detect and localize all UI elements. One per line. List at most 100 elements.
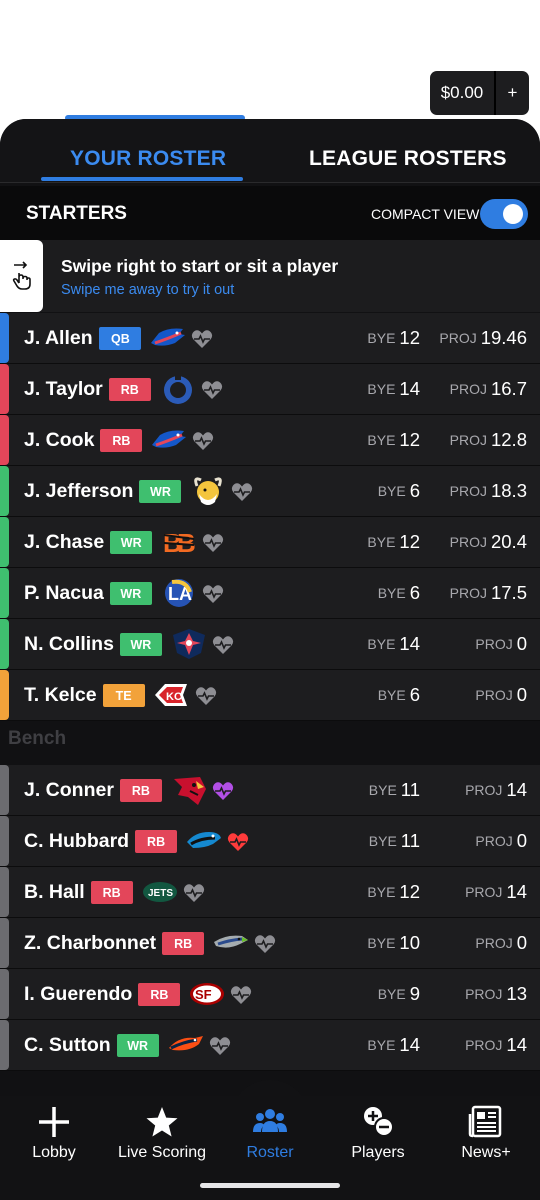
star-icon xyxy=(108,1104,216,1140)
proj-label: PROJ xyxy=(449,483,487,499)
health-heart-icon[interactable] xyxy=(209,1036,231,1056)
nav-label: News+ xyxy=(461,1144,511,1161)
position-badge: TE xyxy=(102,684,145,707)
health-heart-icon[interactable] xyxy=(231,482,253,502)
health-heart-icon[interactable] xyxy=(195,686,217,706)
position-badge: WR xyxy=(139,480,182,503)
tab-league-rosters[interactable]: LEAGUE ROSTERS xyxy=(309,147,507,171)
player-name[interactable]: I. Guerendo xyxy=(24,983,132,1006)
player-name[interactable]: J. Conner xyxy=(24,779,114,802)
bye-value: 12 xyxy=(399,429,420,450)
player-row[interactable]: P. Nacua WR LA 17.5 PROJ 6 BYE xyxy=(0,568,540,619)
player-row[interactable]: J. Conner RB 14 PROJ 11 BYE xyxy=(0,765,540,816)
player-name[interactable]: J. Taylor xyxy=(24,378,103,401)
position-badge: RB xyxy=(108,378,151,401)
proj-label: PROJ xyxy=(439,330,477,346)
vikings-logo xyxy=(189,474,227,508)
nav-live-scoring[interactable]: Live Scoring xyxy=(108,1104,216,1162)
health-heart-icon[interactable] xyxy=(183,883,205,903)
player-row[interactable]: J. Jefferson WR 18.3 PROJ 6 BYE xyxy=(0,466,540,517)
nav-lobby[interactable]: Lobby xyxy=(0,1104,108,1162)
proj-value: 20.4 xyxy=(490,531,527,552)
health-heart-icon[interactable] xyxy=(192,431,214,451)
position-color-bar xyxy=(0,765,9,815)
health-heart-icon[interactable] xyxy=(191,329,213,349)
player-name[interactable]: J. Allen xyxy=(24,327,93,350)
player-row[interactable]: N. Collins WR 0 PROJ 14 BYE xyxy=(0,619,540,670)
proj-value: 18.3 xyxy=(490,480,527,501)
home-indicator[interactable] xyxy=(200,1183,340,1188)
player-row[interactable]: Z. Charbonnet RB 0 PROJ 10 BYE xyxy=(0,918,540,969)
player-name[interactable]: C. Sutton xyxy=(24,1034,111,1057)
bye-label: BYE xyxy=(377,986,406,1002)
position-color-bar xyxy=(0,364,9,414)
player-name[interactable]: T. Kelce xyxy=(24,684,97,707)
player-name[interactable]: N. Collins xyxy=(24,633,114,656)
chiefs-logo: KC xyxy=(153,678,191,712)
player-row[interactable]: J. Allen QB 19.46 PROJ 12 BYE xyxy=(0,313,540,364)
plus-minus-icon xyxy=(324,1104,432,1140)
health-heart-icon[interactable] xyxy=(202,584,224,604)
nav-roster[interactable]: Roster xyxy=(216,1104,324,1162)
seahawks-logo xyxy=(212,926,250,960)
proj-value: 19.46 xyxy=(480,327,527,348)
player-name[interactable]: J. Cook xyxy=(24,429,94,452)
player-name[interactable]: P. Nacua xyxy=(24,582,104,605)
proj-value: 13 xyxy=(506,983,527,1004)
bye-label: BYE xyxy=(377,483,406,499)
proj-label: PROJ xyxy=(465,986,503,1002)
health-heart-icon[interactable] xyxy=(227,832,249,852)
bye-value: 12 xyxy=(399,881,420,902)
add-funds-button[interactable]: + xyxy=(496,83,529,103)
proj-value: 14 xyxy=(506,779,527,800)
nav-label: Players xyxy=(351,1144,405,1161)
player-row[interactable]: C. Hubbard RB 0 PROJ 11 BYE xyxy=(0,816,540,867)
nav-players[interactable]: Players xyxy=(324,1104,432,1162)
bengals-logo: BB xyxy=(160,525,198,559)
player-name[interactable]: J. Chase xyxy=(24,531,104,554)
position-badge: WR xyxy=(109,582,152,605)
player-row[interactable]: J. Chase WR B B 20.4 PROJ 12 BYE xyxy=(0,517,540,568)
player-name[interactable]: Z. Charbonnet xyxy=(24,932,156,955)
player-name[interactable]: C. Hubbard xyxy=(24,830,129,853)
nav-news[interactable]: News+ xyxy=(432,1104,540,1162)
newspaper-icon xyxy=(432,1104,540,1140)
health-heart-icon[interactable] xyxy=(212,781,234,801)
player-row[interactable]: I. Guerendo RB SF 13 PROJ 9 BYE xyxy=(0,969,540,1020)
proj-label: PROJ xyxy=(449,585,487,601)
tip-subtitle[interactable]: Swipe me away to try it out xyxy=(61,282,234,298)
bye-label: BYE xyxy=(367,534,396,550)
proj-value: 0 xyxy=(516,684,527,705)
position-badge: WR xyxy=(110,531,153,554)
health-heart-icon[interactable] xyxy=(212,635,234,655)
compact-view-toggle[interactable] xyxy=(480,199,528,229)
nav-label: Live Scoring xyxy=(117,1144,207,1161)
proj-label: PROJ xyxy=(465,782,503,798)
player-row[interactable]: J. Cook RB 12.8 PROJ 12 BYE xyxy=(0,415,540,466)
position-badge: RB xyxy=(100,429,143,452)
health-heart-icon[interactable] xyxy=(254,934,276,954)
swipe-tip-banner[interactable]: Swipe right to start or sit a player Swi… xyxy=(0,240,540,312)
player-row[interactable]: B. Hall RB JETS 14 PROJ 12 BYE xyxy=(0,867,540,918)
player-row[interactable]: T. Kelce TE KC 0 PROJ 6 BYE xyxy=(0,670,540,721)
bye-value: 14 xyxy=(399,633,420,654)
position-color-bar xyxy=(0,670,9,720)
player-row[interactable]: C. Sutton WR 14 PROJ 14 BYE xyxy=(0,1020,540,1071)
position-badge: WR xyxy=(119,633,162,656)
balance-button[interactable]: $0.00 + xyxy=(430,71,529,115)
health-heart-icon[interactable] xyxy=(201,380,223,400)
player-row[interactable]: J. Taylor RB 16.7 PROJ 14 BYE xyxy=(0,364,540,415)
position-badge: WR xyxy=(116,1034,159,1057)
swipe-hand-icon xyxy=(0,240,43,312)
health-heart-icon[interactable] xyxy=(202,533,224,553)
tip-title: Swipe right to start or sit a player xyxy=(61,256,339,276)
tab-your-roster[interactable]: YOUR ROSTER xyxy=(70,147,226,171)
bye-value: 12 xyxy=(399,327,420,348)
health-heart-icon[interactable] xyxy=(230,985,252,1005)
position-color-bar xyxy=(0,313,9,363)
player-name[interactable]: B. Hall xyxy=(24,881,85,904)
broncos-logo xyxy=(167,1028,205,1062)
position-color-bar xyxy=(0,1020,9,1070)
player-name[interactable]: J. Jefferson xyxy=(24,480,133,503)
proj-value: 0 xyxy=(516,633,527,654)
